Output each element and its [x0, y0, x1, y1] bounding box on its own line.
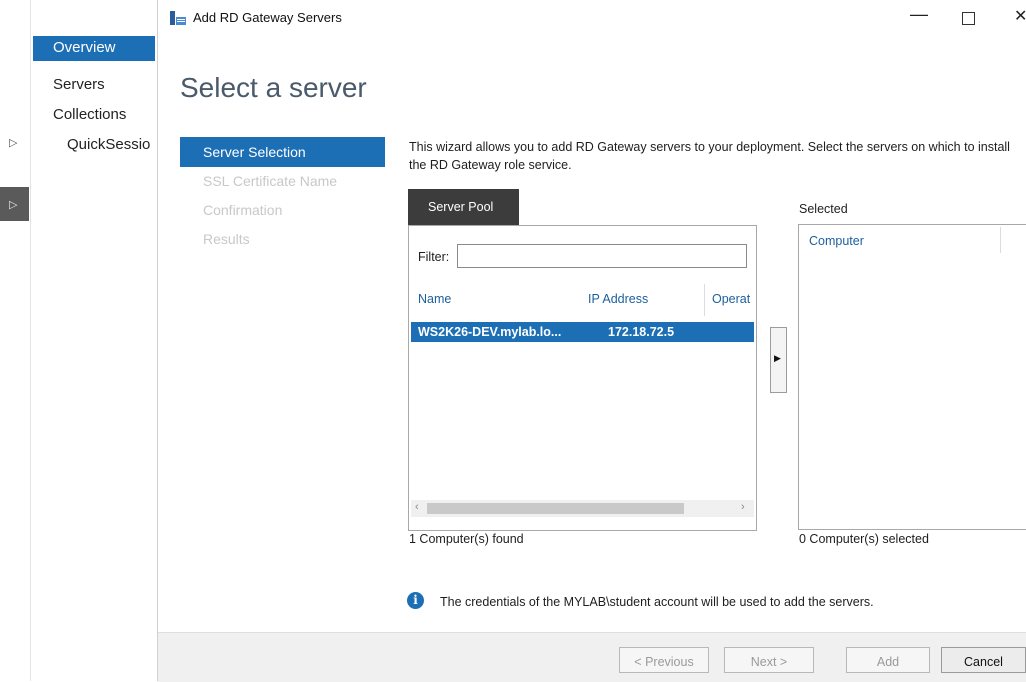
window-title: Add RD Gateway Servers	[193, 10, 342, 25]
wizard-description: This wizard allows you to add RD Gateway…	[409, 140, 1010, 172]
tab-label: Server Pool	[428, 200, 494, 214]
step-label: Server Selection	[203, 144, 306, 160]
scroll-right-icon[interactable]: ›	[741, 501, 745, 513]
background-navigation: Overview Servers Collections QuickSessio	[31, 0, 158, 681]
column-header-name[interactable]: Name	[418, 292, 451, 306]
scrollbar-thumb[interactable]	[427, 503, 684, 514]
step-label: SSL Certificate Name	[203, 173, 338, 189]
column-divider[interactable]	[704, 284, 705, 316]
step-confirmation: Confirmation	[180, 195, 385, 225]
page-title: Select a server	[180, 72, 367, 103]
title-bar: Add RD Gateway Servers — ✕	[158, 0, 1026, 38]
scroll-left-icon[interactable]: ‹	[415, 501, 419, 513]
server-wizard-icon	[170, 11, 186, 25]
step-label: Confirmation	[203, 202, 283, 218]
step-ssl-certificate-name: SSL Certificate Name	[180, 166, 385, 196]
cancel-button[interactable]: Cancel	[941, 647, 1026, 673]
expand-arrow-icon[interactable]: ▷	[9, 136, 17, 149]
selected-label: Selected	[799, 202, 848, 216]
found-count: 1 Computer(s) found	[409, 532, 524, 546]
nav-item-collections[interactable]: Collections	[53, 106, 126, 123]
step-label: Results	[203, 231, 250, 247]
column-header-computer[interactable]: Computer	[809, 234, 864, 248]
nav-item-overview[interactable]: Overview	[33, 36, 155, 61]
nav-item-label: Overview	[53, 39, 116, 56]
info-icon: i	[407, 592, 424, 609]
selected-count: 0 Computer(s) selected	[799, 532, 929, 546]
previous-button[interactable]: < Previous	[619, 647, 709, 673]
left-edge-strip	[0, 0, 31, 681]
minimize-button[interactable]: —	[910, 4, 928, 25]
server-pool-panel: Filter: Name IP Address Operat WS2K26-DE…	[408, 225, 757, 531]
arrow-right-icon: ▶	[774, 353, 781, 363]
filter-label: Filter:	[418, 250, 450, 264]
add-button[interactable]: Add	[846, 647, 930, 673]
table-row[interactable]: WS2K26-DEV.mylab.lo... 172.18.72.5	[411, 322, 754, 342]
nav-item-servers[interactable]: Servers	[53, 76, 105, 93]
expand-arrow-icon[interactable]: ▷	[9, 198, 17, 211]
tab-server-pool[interactable]: Server Pool	[408, 189, 519, 225]
wizard-window: Add RD Gateway Servers — ✕ Select a serv…	[158, 0, 1026, 682]
info-message: The credentials of the MYLAB\student acc…	[440, 595, 874, 609]
next-button[interactable]: Next >	[724, 647, 814, 673]
cell-server-name: WS2K26-DEV.mylab.lo...	[418, 325, 562, 339]
step-server-selection[interactable]: Server Selection	[180, 137, 385, 167]
horizontal-scrollbar[interactable]: ‹ ›	[411, 500, 754, 517]
wizard-footer: < Previous Next > Add Cancel	[158, 632, 1026, 682]
filter-input[interactable]	[457, 244, 747, 268]
add-to-selected-button[interactable]: ▶	[770, 327, 787, 393]
selected-panel: Computer	[798, 224, 1026, 530]
column-header-operating-system[interactable]: Operat	[712, 292, 750, 306]
step-results: Results	[180, 224, 385, 254]
close-button[interactable]: ✕	[1014, 6, 1026, 26]
column-header-ip-address[interactable]: IP Address	[588, 292, 648, 306]
nav-item-quicksession[interactable]: QuickSessio	[67, 136, 150, 153]
cell-ip-address: 172.18.72.5	[608, 325, 675, 339]
column-divider[interactable]	[1000, 227, 1001, 253]
maximize-button[interactable]	[962, 12, 975, 25]
